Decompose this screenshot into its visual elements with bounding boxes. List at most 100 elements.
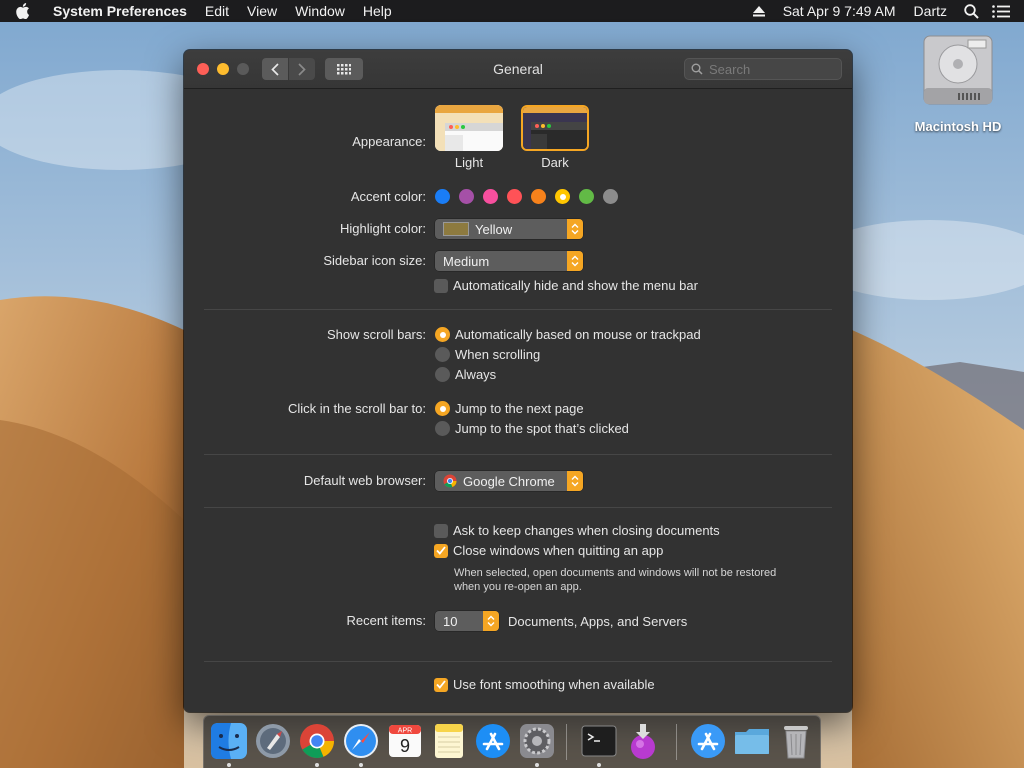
jump-to-spot-radio[interactable]: Jump to the spot that’s clicked	[435, 421, 629, 436]
radio-button	[435, 327, 450, 342]
scroll-bars-automatic-radio[interactable]: Automatically based on mouse or trackpad	[435, 327, 701, 342]
accent-color-swatch[interactable]	[435, 189, 450, 204]
checkmark-icon	[436, 546, 446, 555]
accent-color-swatch[interactable]	[579, 189, 594, 204]
accent-color-swatch[interactable]	[603, 189, 618, 204]
accent-color-swatch[interactable]	[507, 189, 522, 204]
finder-icon	[211, 723, 247, 759]
dock-downloads-stack[interactable]	[732, 721, 772, 761]
close-windows-note: When selected, open documents and window…	[454, 566, 776, 594]
dark-mode-thumbnail-icon	[523, 107, 587, 149]
appearance-light-option[interactable]	[435, 105, 503, 151]
checkmark-icon	[436, 680, 446, 689]
section-divider	[204, 661, 832, 662]
jump-next-page-radio[interactable]: Jump to the next page	[435, 401, 584, 416]
scroll-bars-automatic-label: Automatically based on mouse or trackpad	[455, 327, 701, 342]
macintosh-hd-desktop-icon[interactable]: Macintosh HD	[906, 32, 1010, 134]
scroll-bars-always-label: Always	[455, 367, 497, 382]
highlight-color-value: Yellow	[475, 221, 513, 237]
appearance-light-label: Light	[454, 155, 484, 170]
section-divider	[204, 454, 832, 455]
accent-color-swatch[interactable]	[483, 189, 498, 204]
search-input[interactable]	[707, 60, 839, 78]
running-indicator	[315, 763, 319, 767]
radio-button	[435, 367, 450, 382]
menu-help[interactable]: Help	[354, 0, 401, 22]
scroll-bars-when-scrolling-radio[interactable]: When scrolling	[435, 347, 540, 362]
dock-safari[interactable]	[341, 721, 381, 767]
popup-arrows-icon	[567, 471, 583, 491]
highlight-color-popup[interactable]: Yellow	[435, 219, 583, 239]
accent-color-swatch[interactable]	[531, 189, 546, 204]
appearance-dark-option[interactable]	[521, 105, 589, 151]
search-field[interactable]	[684, 58, 842, 80]
app-store-folder-icon	[691, 724, 725, 758]
menu-clock[interactable]: Sat Apr 9 7:49 AM	[774, 0, 905, 22]
ask-keep-changes-checkbox[interactable]: Ask to keep changes when closing documen…	[434, 523, 720, 538]
font-smoothing-checkbox[interactable]: Use font smoothing when available	[434, 677, 655, 692]
dock-chrome[interactable]	[297, 721, 337, 767]
popup-arrows-icon	[567, 219, 583, 239]
menu-view[interactable]: View	[238, 0, 286, 22]
calendar-icon: APR 9	[389, 725, 421, 757]
section-divider	[204, 507, 832, 508]
dock-trash[interactable]	[776, 721, 816, 761]
dock-applications-stack[interactable]	[688, 721, 728, 761]
dock-separator	[676, 724, 677, 760]
dock-system-preferences[interactable]	[517, 721, 557, 767]
system-preferences-window: General Appearance:	[184, 50, 852, 712]
launchpad-icon	[256, 724, 290, 758]
checkbox-box	[434, 677, 448, 692]
popup-arrows-icon	[483, 611, 499, 631]
dock-terminal[interactable]	[579, 721, 619, 767]
apple-menu-icon[interactable]	[16, 3, 38, 19]
highlight-color-label: Highlight color:	[340, 221, 426, 236]
dock-notes[interactable]	[429, 721, 469, 761]
safari-icon	[344, 724, 378, 758]
ask-keep-changes-label: Ask to keep changes when closing documen…	[453, 523, 720, 538]
system-preferences-icon	[520, 724, 554, 758]
notification-center-icon[interactable]	[986, 0, 1016, 22]
general-pane: Appearance: Light Dark Accent color: Hig…	[184, 89, 852, 712]
scroll-bars-always-radio[interactable]: Always	[435, 367, 496, 382]
jump-to-spot-label: Jump to the spot that’s clicked	[455, 421, 629, 436]
menu-app-name[interactable]: System Preferences	[44, 0, 196, 22]
auto-hide-menu-bar-checkbox[interactable]: Automatically hide and show the menu bar	[434, 278, 698, 293]
terminal-icon	[581, 725, 617, 757]
recent-items-label: Recent items:	[346, 613, 426, 628]
close-windows-note-line-2: when you re-open an app.	[454, 581, 582, 593]
default-web-browser-popup[interactable]: Google Chrome	[435, 471, 583, 491]
dock-calendar[interactable]: APR 9	[385, 721, 425, 761]
radio-button	[435, 347, 450, 362]
dock: APR 9	[203, 715, 821, 768]
section-divider	[204, 309, 832, 310]
checkbox-box	[434, 523, 448, 538]
menu-window[interactable]: Window	[286, 0, 354, 22]
recent-items-suffix: Documents, Apps, and Servers	[508, 614, 688, 629]
close-windows-checkbox[interactable]: Close windows when quitting an app	[434, 543, 663, 558]
close-windows-label: Close windows when quitting an app	[453, 543, 664, 558]
trash-icon	[784, 726, 808, 759]
spotlight-search-icon[interactable]	[956, 0, 986, 22]
radio-button	[435, 421, 450, 436]
recent-items-popup[interactable]: 10	[435, 611, 499, 631]
running-indicator	[227, 763, 231, 767]
running-indicator	[535, 763, 539, 767]
accent-color-swatch[interactable]	[459, 189, 474, 204]
accent-color-swatch[interactable]	[555, 189, 570, 204]
dock-launchpad[interactable]	[253, 721, 293, 761]
title-bar[interactable]: General	[184, 50, 852, 89]
highlight-color-swatch	[443, 222, 469, 236]
dock-installer[interactable]	[623, 721, 663, 761]
scroll-bars-when-scrolling-label: When scrolling	[455, 347, 541, 362]
sidebar-icon-size-popup[interactable]: Medium	[435, 251, 583, 271]
show-scroll-bars-label: Show scroll bars:	[327, 327, 426, 342]
menu-edit[interactable]: Edit	[196, 0, 238, 22]
dock-app-store[interactable]	[473, 721, 513, 761]
notes-icon	[435, 724, 463, 758]
menu-user-name[interactable]: Dartz	[905, 0, 956, 22]
dock-finder[interactable]	[209, 721, 249, 767]
eject-icon[interactable]	[744, 0, 774, 22]
installer-icon	[631, 724, 655, 759]
click-scroll-bar-label: Click in the scroll bar to:	[288, 401, 426, 416]
